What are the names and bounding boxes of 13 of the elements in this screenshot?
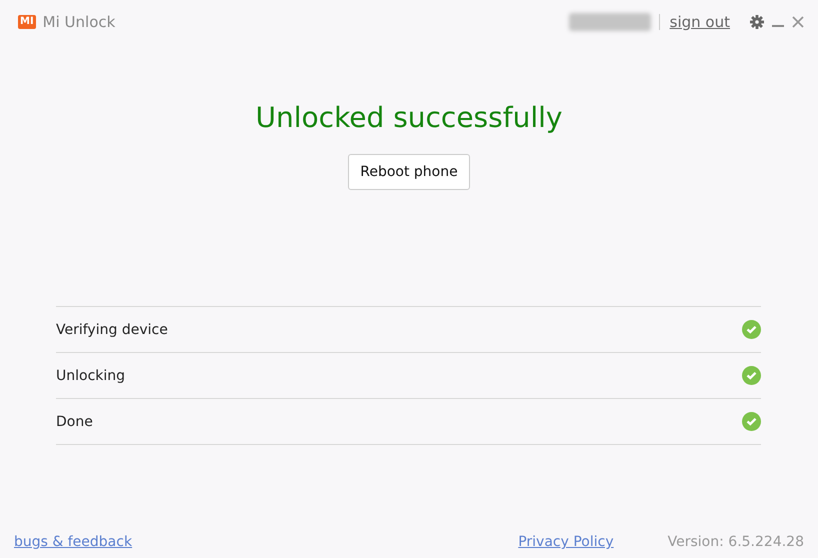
settings-icon[interactable] <box>750 15 764 29</box>
version-text: Version: 6.5.224.28 <box>668 534 804 550</box>
close-icon[interactable] <box>792 16 804 28</box>
step-label: Verifying device <box>56 322 168 338</box>
feedback-link[interactable]: bugs & feedback <box>14 534 132 550</box>
reboot-button[interactable]: Reboot phone <box>348 154 470 190</box>
sign-out-link[interactable]: sign out <box>670 13 730 31</box>
step-label: Done <box>56 414 93 430</box>
status-title: Unlocked successfully <box>256 101 562 134</box>
app-logo: MI <box>18 15 36 29</box>
step-label: Unlocking <box>56 368 126 384</box>
privacy-policy-link[interactable]: Privacy Policy <box>518 534 614 550</box>
window-title: Mi Unlock <box>42 13 116 31</box>
